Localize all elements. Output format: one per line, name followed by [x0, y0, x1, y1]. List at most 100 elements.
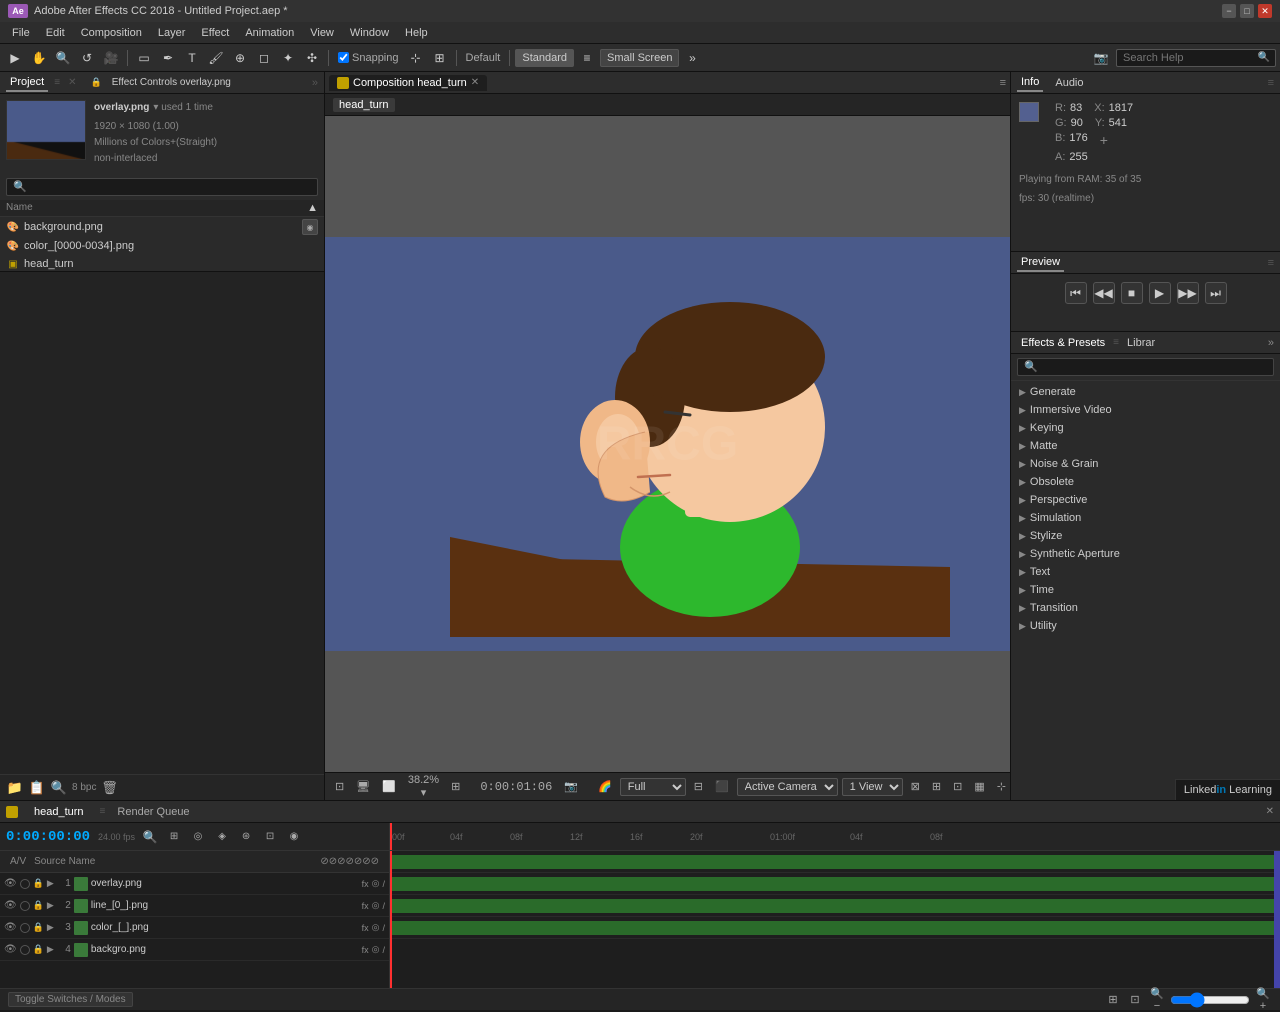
workspace-standard[interactable]: Standard	[515, 49, 574, 67]
layer1-lock[interactable]: 🔒	[33, 878, 44, 889]
proj-find[interactable]: 🔍	[50, 779, 68, 797]
layer4-visibility[interactable]: 👁	[4, 944, 17, 955]
tl-bar-2[interactable]	[390, 877, 1280, 891]
tool-selection[interactable]: ▶	[4, 47, 26, 69]
proj-item-solo-background[interactable]: ◉	[302, 219, 318, 235]
prev-stop[interactable]: ■	[1121, 282, 1143, 304]
toggle-switches-modes[interactable]: Toggle Switches / Modes	[8, 992, 133, 1007]
viewer-resolution-toggle[interactable]: 🖥	[352, 778, 374, 795]
timeline-motion-blur[interactable]: ◎	[189, 828, 207, 846]
library-tab[interactable]: Librar	[1123, 335, 1159, 351]
snapping-checkbox[interactable]: Snapping	[334, 52, 403, 64]
col-sort-icon[interactable]: ▲	[307, 202, 318, 214]
search-help-input[interactable]	[1116, 49, 1276, 67]
layer1-controls[interactable]: /	[382, 879, 385, 889]
tool-text[interactable]: T	[181, 47, 203, 69]
timeline-ruler[interactable]: 00f 04f 08f 12f 16f 20f 01:00f 04f 08f	[390, 823, 1280, 851]
effect-transition[interactable]: ▶ Transition	[1011, 599, 1280, 617]
menu-view[interactable]: View	[302, 25, 342, 41]
tool-clone[interactable]: ⊕	[229, 47, 251, 69]
menu-file[interactable]: File	[4, 25, 38, 41]
proj-item-background[interactable]: 🎨 background.png ◉	[0, 217, 324, 237]
timeline-solo[interactable]: ◉	[285, 828, 303, 846]
layer1-motion[interactable]: ◎	[372, 878, 380, 889]
prev-first[interactable]: ⏮	[1065, 282, 1087, 304]
timeline-zoom-out[interactable]: 🔍−	[1148, 991, 1166, 1009]
maximize-button[interactable]: □	[1240, 4, 1254, 18]
proj-new-comp[interactable]: 📋	[28, 779, 46, 797]
layer2-solo[interactable]	[20, 901, 30, 911]
viewer-fit-toggle[interactable]: ⊞	[447, 778, 464, 795]
viewer-quality-select[interactable]: Full Half Quarter	[620, 778, 686, 796]
effect-text[interactable]: ▶ Text	[1011, 563, 1280, 581]
timeline-comp-tab[interactable]: head_turn	[30, 804, 88, 820]
preview-tab[interactable]: Preview	[1017, 254, 1064, 272]
layer3-expand[interactable]: ▶	[47, 922, 54, 933]
effects-extend[interactable]: »	[1268, 337, 1274, 349]
layer3-visibility[interactable]: 👁	[4, 922, 17, 933]
composition-canvas[interactable]: RRCG	[325, 237, 1010, 651]
comp-tab-head-turn[interactable]: Composition head_turn ✕	[329, 75, 487, 91]
layer3-solo[interactable]	[20, 923, 30, 933]
prev-back[interactable]: ◀◀	[1093, 282, 1115, 304]
comp-panel-menu[interactable]: ≡	[1000, 77, 1006, 89]
effect-perspective[interactable]: ▶ Perspective	[1011, 491, 1280, 509]
tool-hand[interactable]: ✋	[28, 47, 50, 69]
effect-immersive[interactable]: ▶ Immersive Video	[1011, 401, 1280, 419]
tool-pen[interactable]: ✒	[157, 47, 179, 69]
viewer-grid[interactable]: ⊞	[928, 778, 945, 795]
prev-last[interactable]: ⏭	[1205, 282, 1227, 304]
layer4-expand[interactable]: ▶	[47, 944, 54, 955]
effect-matte[interactable]: ▶ Matte	[1011, 437, 1280, 455]
effect-obsolete[interactable]: ▶ Obsolete	[1011, 473, 1280, 491]
viewer-timecode[interactable]: 0:00:01:06	[476, 778, 556, 796]
proj-item-head-turn[interactable]: ▣ head_turn	[0, 255, 324, 271]
viewer-snap[interactable]: ⊹	[993, 778, 1010, 795]
layer1-solo[interactable]	[20, 879, 30, 889]
layer-1[interactable]: 👁 🔒 ▶ 1 overlay.png fx ◎ /	[0, 873, 389, 895]
proj-delete[interactable]: 🗑	[100, 779, 118, 797]
effect-utility[interactable]: ▶ Utility	[1011, 617, 1280, 635]
layer1-visibility[interactable]: 👁	[4, 878, 17, 889]
viewer-color-picker[interactable]: 🌈	[594, 778, 616, 795]
effect-simulation[interactable]: ▶ Simulation	[1011, 509, 1280, 527]
snapping-check[interactable]	[338, 52, 349, 63]
layer2-expand[interactable]: ▶	[47, 900, 54, 911]
viewer-layer-controls[interactable]: ⬛	[711, 778, 733, 795]
timeline-search-btn[interactable]: 🔍	[141, 828, 159, 846]
viewer-transparency[interactable]: ⬜	[378, 778, 400, 795]
effect-synthetic[interactable]: ▶ Synthetic Aperture	[1011, 545, 1280, 563]
viewer-camera-select[interactable]: Active Camera	[737, 778, 838, 796]
workspace-standard-opts[interactable]: ≡	[576, 47, 598, 69]
render-queue-tab[interactable]: Render Queue	[113, 804, 193, 820]
viewer-view-select[interactable]: 1 View	[842, 778, 903, 796]
effect-time[interactable]: ▶ Time	[1011, 581, 1280, 599]
preview-panel-menu[interactable]: ≡	[1268, 257, 1274, 269]
prev-fwd[interactable]: ▶▶	[1177, 282, 1199, 304]
layer3-motion[interactable]: ◎	[372, 922, 380, 933]
workspace-extend[interactable]: »	[681, 47, 703, 69]
layer-3[interactable]: 👁 🔒 ▶ 3 color_[_].png fx ◎ /	[0, 917, 389, 939]
effect-keying[interactable]: ▶ Keying	[1011, 419, 1280, 437]
viewer-zoom-percent[interactable]: 38.2% ▾	[404, 772, 443, 801]
workspace-small[interactable]: Small Screen	[600, 49, 679, 67]
audio-tab[interactable]: Audio	[1051, 75, 1087, 91]
viewer-camera-btn[interactable]: 📷	[560, 778, 582, 795]
proj-item-color[interactable]: 🎨 color_[0000-0034].png	[0, 237, 324, 255]
layer1-expand[interactable]: ▶	[47, 878, 54, 889]
close-button[interactable]: ✕	[1258, 4, 1272, 18]
timeline-close[interactable]: ✕	[1266, 806, 1274, 817]
layer-2[interactable]: 👁 🔒 ▶ 2 line_[0_].png fx ◎ /	[0, 895, 389, 917]
layer3-controls[interactable]: /	[382, 923, 385, 933]
menu-layer[interactable]: Layer	[150, 25, 194, 41]
menu-composition[interactable]: Composition	[73, 25, 150, 41]
timeline-effects[interactable]: ⊛	[237, 828, 255, 846]
menu-effect[interactable]: Effect	[193, 25, 237, 41]
screenshot-btn[interactable]: 📷	[1090, 47, 1112, 69]
tool-snap-extra2[interactable]: ⊞	[429, 47, 451, 69]
comp-tab-close[interactable]: ✕	[471, 77, 479, 88]
menu-edit[interactable]: Edit	[38, 25, 73, 41]
layer4-lock[interactable]: 🔒	[33, 944, 44, 955]
layer4-effects[interactable]: fx	[362, 945, 369, 955]
info-tab[interactable]: Info	[1017, 74, 1043, 92]
